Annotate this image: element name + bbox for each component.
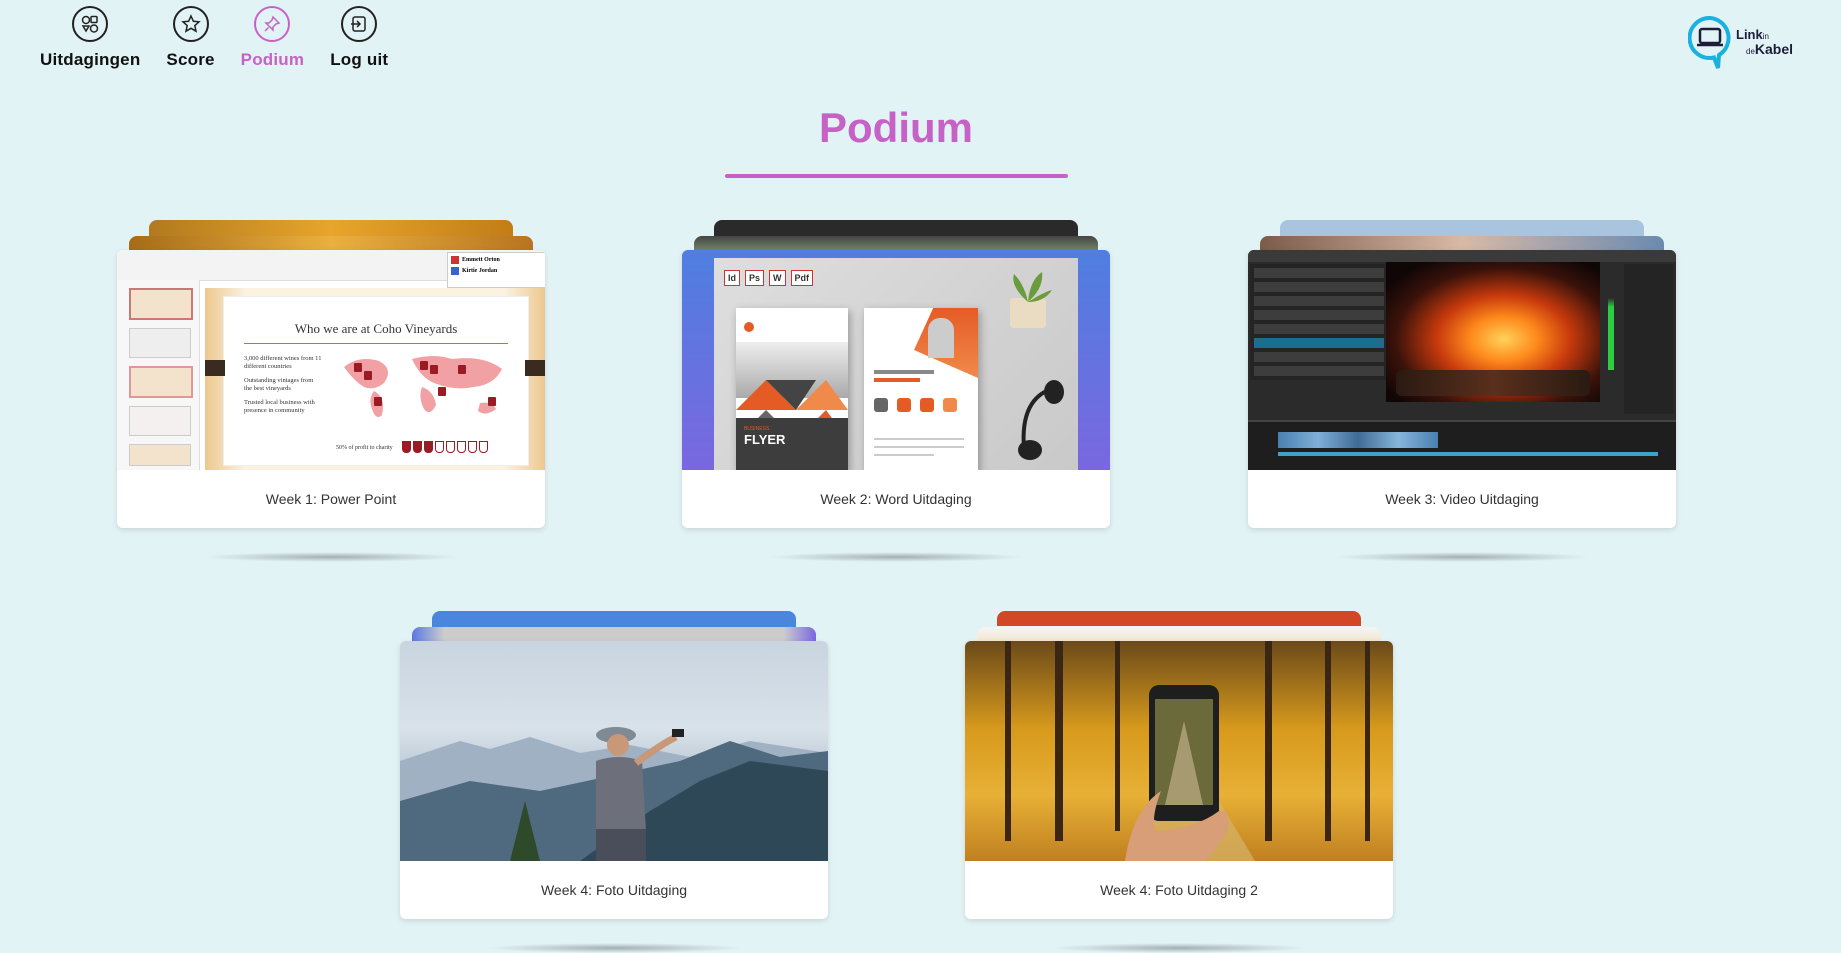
slide-bullet: the best vineyards	[244, 385, 291, 392]
slide-title: Who we are at Coho Vineyards	[294, 321, 458, 336]
logo-bubble-icon	[1688, 16, 1731, 69]
logout-icon	[341, 6, 378, 42]
card-shadow	[484, 943, 744, 953]
badge-photoshop: Ps	[745, 270, 765, 286]
contact-name: Emmett Orton	[462, 257, 500, 263]
card-shadow	[766, 552, 1026, 562]
contact-name: Kirtie Jordan	[462, 268, 498, 274]
pin-icon	[254, 6, 291, 42]
nav-label-uitdagingen: Uitdagingen	[40, 50, 141, 69]
nav-label-podium: Podium	[240, 50, 305, 69]
powerpoint-screenshot-thumb: Emmett Orton Kirtie Jordan Who we are at…	[117, 250, 545, 470]
logo-text: Linkin deKabel	[1736, 26, 1794, 58]
slide-bullet: different countries	[244, 363, 292, 370]
challenge-card[interactable]: Week 4: Foto Uitdaging 2	[965, 641, 1393, 919]
challenges-icon	[72, 6, 109, 42]
challenge-card[interactable]: Emmett Orton Kirtie Jordan Who we are at…	[117, 250, 545, 528]
page-title: Podium	[819, 104, 973, 151]
nav-podium[interactable]: Podium	[241, 6, 305, 70]
slide-bullet: Trusted local business with	[244, 399, 315, 406]
nav-label-log-uit: Log uit	[330, 50, 389, 69]
challenge-card[interactable]: Week 4: Foto Uitdaging	[400, 641, 828, 919]
card-caption: Week 1: Power Point	[265, 491, 397, 507]
logo-word-link: Link	[1736, 26, 1763, 42]
card-caption: Week 4: Foto Uitdaging	[540, 882, 688, 898]
logo-word-in: in	[1762, 31, 1769, 41]
slide-footnote: 50% of profit to charity	[336, 445, 393, 451]
badge-indesign: Id	[724, 270, 740, 286]
logo-word-kabel: Kabel	[1754, 40, 1794, 57]
mountain-photo-thumb	[400, 641, 828, 861]
title-underline	[725, 174, 1068, 178]
logo-word-de: de	[1746, 46, 1755, 56]
card-shadow	[201, 552, 461, 562]
card-caption: Week 4: Foto Uitdaging 2	[1100, 882, 1258, 898]
card-caption: Week 2: Word Uitdaging	[820, 491, 972, 507]
challenge-card[interactable]: Week 3: Video Uitdaging	[1248, 250, 1676, 528]
badge-pdf: Pdf	[790, 270, 814, 286]
link-in-de-kabel-logo[interactable]: Linkin deKabel	[1688, 16, 1793, 70]
slide-bullet: presence in community	[244, 407, 305, 414]
nav-score[interactable]: Score	[166, 6, 214, 70]
world-map-graphic	[344, 356, 502, 417]
star-icon	[172, 6, 209, 42]
nav-label-score: Score	[166, 50, 215, 69]
card-shadow	[1049, 943, 1309, 953]
video-editor-screenshot-thumb	[1248, 250, 1676, 470]
nav-uitdagingen[interactable]: Uitdagingen	[40, 6, 140, 70]
flyer-title: FLYER	[744, 432, 786, 447]
challenge-card[interactable]: Id Ps W Pdf BUSINESS FLYER Week 2: Word …	[682, 250, 1110, 528]
main-nav: Uitdagingen Score Podium Log uit	[40, 6, 388, 70]
slide-bullet: 3,000 different wines from 11	[244, 355, 322, 362]
autumn-forest-photo-thumb	[965, 641, 1393, 861]
slide-bullet: Outstanding vintages from	[244, 377, 314, 384]
card-shadow	[1332, 552, 1592, 562]
word-flyer-thumb: Id Ps W Pdf BUSINESS FLYER	[682, 250, 1110, 470]
card-caption: Week 3: Video Uitdaging	[1385, 491, 1539, 507]
badge-word: W	[769, 270, 786, 286]
nav-log-uit[interactable]: Log uit	[330, 6, 388, 70]
